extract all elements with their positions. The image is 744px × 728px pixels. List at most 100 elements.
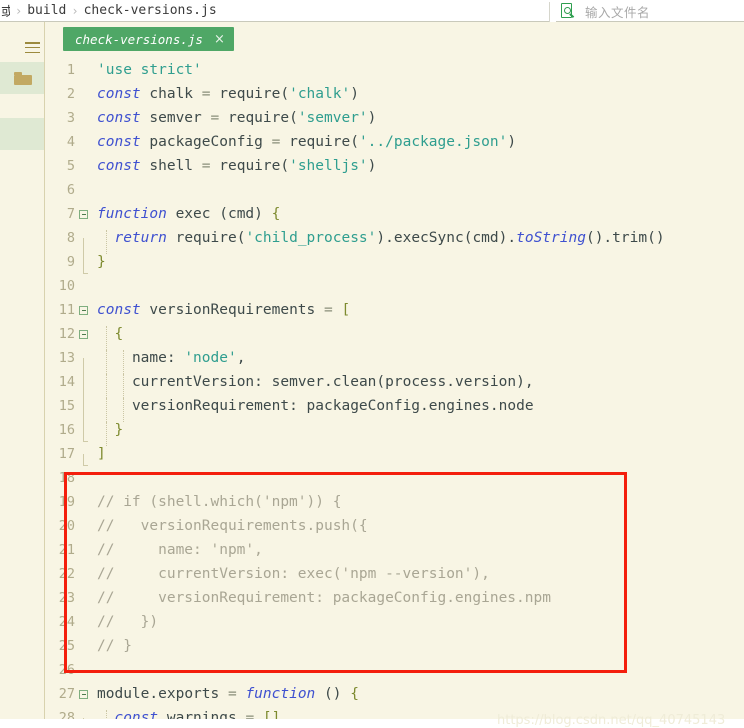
code-text: // name: 'npm',: [97, 542, 263, 558]
code-line[interactable]: 6: [45, 178, 744, 202]
code-line[interactable]: 12 {: [45, 322, 744, 350]
line-number: 15: [58, 398, 75, 414]
line-number: 17: [58, 446, 75, 462]
editor-tab-check-versions[interactable]: check-versions.js ×: [63, 27, 234, 51]
breadcrumb[interactable]: 或 › build › check-versions.js: [0, 0, 217, 21]
code-text: }: [97, 254, 106, 270]
line-number: 14: [58, 374, 75, 390]
code-text: {: [91, 326, 744, 350]
code-line[interactable]: 9}: [45, 250, 744, 274]
code-line[interactable]: 2 const chalk = require('chalk'): [45, 82, 744, 106]
code-line[interactable]: 26: [45, 658, 744, 682]
code-line[interactable]: 27 module.exports = function () {: [45, 682, 744, 706]
line-number: 23: [58, 590, 75, 606]
breadcrumb-item-file[interactable]: check-versions.js: [84, 3, 217, 18]
code-text: // currentVersion: exec('npm --version')…: [97, 566, 490, 582]
main-area: check-versions.js × 1 'use strict' 2 const …: [0, 22, 744, 728]
line-number: 11: [58, 302, 75, 318]
line-number: 1: [66, 62, 75, 78]
code-text: function exec (cmd) {: [97, 206, 281, 222]
code-text: name: 'node',: [91, 350, 744, 374]
watermark: https://blog.csdn.net/qq_40745143: [497, 713, 726, 728]
line-number: 3: [66, 110, 75, 126]
fold-toggle-icon[interactable]: [76, 305, 91, 315]
breadcrumb-separator-icon: ›: [15, 3, 23, 18]
top-bar: 或 › build › check-versions.js 输入文件名: [0, 0, 744, 24]
hamburger-menu-icon[interactable]: [25, 42, 40, 54]
line-number: 13: [58, 350, 75, 366]
line-number: 20: [58, 518, 75, 534]
line-number: 22: [58, 566, 75, 582]
code-line[interactable]: 20 // versionRequirements.push({: [45, 514, 744, 538]
code-text: ]: [97, 446, 106, 462]
file-search-box[interactable]: 输入文件名: [556, 0, 744, 22]
fold-toggle-icon[interactable]: [76, 329, 91, 339]
code-line[interactable]: 21 // name: 'npm',: [45, 538, 744, 562]
code-text: const chalk = require('chalk'): [97, 86, 359, 102]
breadcrumb-item-build[interactable]: build: [27, 3, 66, 18]
code-line[interactable]: 1 'use strict': [45, 58, 744, 82]
line-number: 18: [58, 470, 75, 486]
rail-item-secondary[interactable]: [0, 118, 44, 150]
file-search-placeholder[interactable]: 输入文件名: [585, 2, 650, 21]
code-text: versionRequirement: packageConfig.engine…: [91, 398, 744, 422]
code-line[interactable]: 22 // currentVersion: exec('npm --version…: [45, 562, 744, 586]
code-text: // }): [97, 614, 159, 630]
code-line[interactable]: 4 const packageConfig = require('../packa…: [45, 130, 744, 154]
code-line[interactable]: 10: [45, 274, 744, 298]
code-text: module.exports = function () {: [97, 686, 359, 702]
line-number: 5: [66, 158, 75, 174]
fold-toggle-icon[interactable]: [76, 689, 91, 699]
line-number: 21: [58, 542, 75, 558]
line-number: 25: [58, 638, 75, 654]
line-number: 19: [58, 494, 75, 510]
code-line[interactable]: 23 // versionRequirement: packageConfig.e…: [45, 586, 744, 610]
breadcrumb-clipped-root[interactable]: 或: [1, 1, 10, 20]
line-number: 4: [66, 134, 75, 150]
code-text: const packageConfig = require('../packag…: [97, 134, 517, 150]
line-number: 6: [66, 182, 75, 198]
breadcrumb-separator-icon: ›: [71, 3, 79, 18]
code-line[interactable]: 11 const versionRequirements = [: [45, 298, 744, 322]
line-number: 9: [66, 254, 75, 270]
code-line[interactable]: 24 // }): [45, 610, 744, 634]
line-number: 27: [58, 686, 75, 702]
editor-tab-label: check-versions.js: [75, 31, 203, 47]
code-text: const semver = require('semver'): [97, 110, 377, 126]
code-text: // versionRequirements.push({: [97, 518, 368, 534]
code-line[interactable]: 19 // if (shell.which('npm')) {: [45, 490, 744, 514]
fold-toggle-icon[interactable]: [76, 209, 91, 219]
code-line[interactable]: 13 name: 'node',: [45, 346, 744, 382]
code-line[interactable]: 14 currentVersion: semver.clean(process.…: [45, 370, 744, 406]
code-line[interactable]: 17]: [45, 442, 744, 466]
code-text: const shell = require('shelljs'): [97, 158, 377, 174]
top-bar-divider: [549, 2, 550, 24]
line-number: 16: [58, 422, 75, 438]
code-line[interactable]: 25 // }: [45, 634, 744, 658]
line-number: 2: [66, 86, 75, 102]
line-number: 26: [58, 662, 75, 678]
code-text: const versionRequirements = [: [97, 302, 351, 318]
rail-item-folder[interactable]: [0, 62, 44, 94]
code-line[interactable]: 8 return require('child_process').execSy…: [45, 226, 744, 262]
code-line[interactable]: 16 }: [45, 418, 744, 446]
code-line[interactable]: 15 versionRequirement: packageConfig.eng…: [45, 394, 744, 430]
code-editor[interactable]: 1 'use strict' 2 const chalk = require('cha…: [45, 58, 744, 719]
line-number: 7: [66, 206, 75, 222]
folder-icon: [14, 72, 32, 85]
code-text: // }: [97, 638, 132, 654]
code-line[interactable]: 7 function exec (cmd) {: [45, 202, 744, 226]
code-text: // if (shell.which('npm')) {: [97, 494, 342, 510]
left-rail: [0, 22, 45, 719]
line-number: 24: [58, 614, 75, 630]
code-text: return require('child_process').execSync…: [91, 230, 744, 254]
close-icon[interactable]: ×: [214, 33, 225, 46]
code-text: }: [91, 422, 744, 446]
code-text: // versionRequirement: packageConfig.eng…: [97, 590, 551, 606]
code-line[interactable]: 5 const shell = require('shelljs'): [45, 154, 744, 178]
code-line[interactable]: 18: [45, 466, 744, 490]
line-number: 8: [66, 230, 75, 246]
code-line[interactable]: 3 const semver = require('semver'): [45, 106, 744, 130]
line-number: 10: [58, 278, 75, 294]
code-text: currentVersion: semver.clean(process.ver…: [91, 374, 744, 398]
